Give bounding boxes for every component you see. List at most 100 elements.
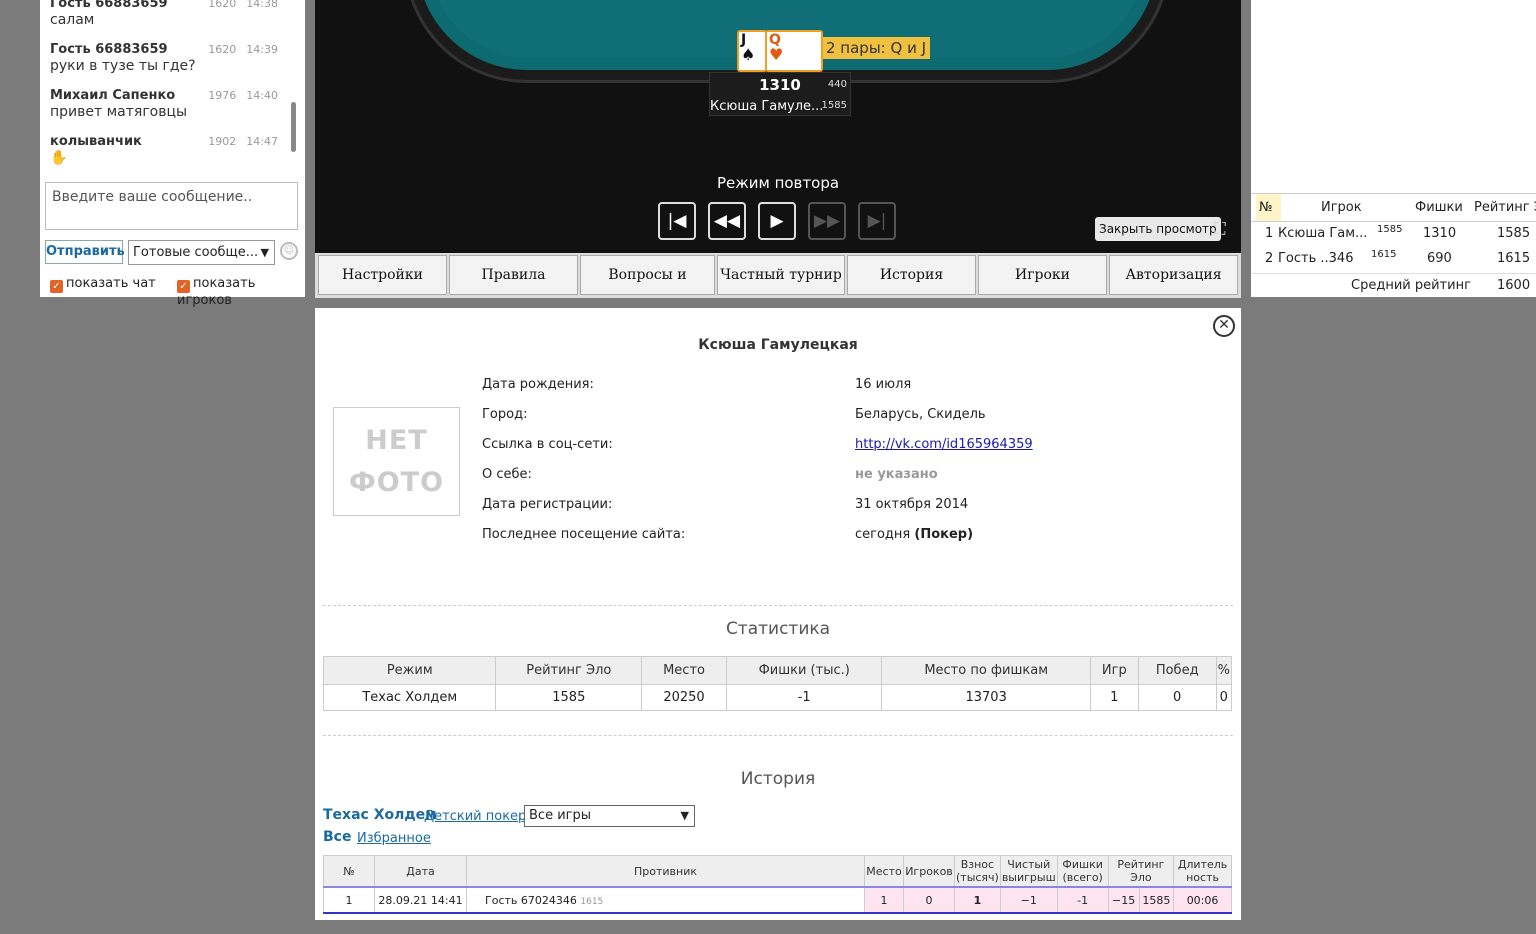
player-seat[interactable]: 1310 440 Ксюша Гамуле... 1585 (709, 72, 851, 116)
seat-player-name: Ксюша Гамуле... (710, 99, 824, 114)
player-rating: 1615 (1497, 251, 1531, 266)
average-rating-label: Средний рейтинг (1351, 278, 1471, 293)
replay-last-button[interactable]: ▶| (858, 202, 896, 240)
history-cell: 1 (954, 886, 1001, 914)
nav-rules[interactable]: Правила (449, 255, 578, 295)
players-row[interactable]: 1 Ксюша Гам... 1585 1310 1585 (1251, 222, 1536, 247)
check-icon: ✓ (177, 280, 190, 293)
history-cell: -1 (1056, 886, 1109, 914)
history-cell: 00:06 (1173, 886, 1232, 914)
nav-settings[interactable]: Настройки (318, 255, 447, 295)
field-last-visit: сегодня (Покер) (855, 527, 973, 542)
player-name[interactable]: Гость ..346 (1278, 251, 1353, 266)
smiley-icon[interactable]: ☺ (280, 242, 298, 260)
tab-favorites[interactable]: Избранное (357, 831, 431, 846)
replay-mode-title: Режим повтора (716, 174, 840, 192)
player-no: 1 (1265, 226, 1274, 241)
stats-header: Побед (1137, 656, 1217, 685)
chat-message: Гость 66883659 1620 14:39 руки в тузе ты … (50, 42, 290, 74)
field-birthday: 16 июля (855, 377, 912, 392)
stats-cell: -1 (725, 684, 883, 711)
opponent-name[interactable]: Гость 67024346 (485, 894, 577, 907)
fullscreen-icon[interactable]: ⛶ (1210, 219, 1230, 239)
tab-all[interactable]: Все (323, 829, 351, 845)
col-rating[interactable]: Рейтинг Э (1474, 200, 1536, 215)
chat-message-input[interactable]: Введите ваше сообщение.. (45, 182, 298, 230)
stats-cell: Техас Холдем (322, 684, 497, 711)
replay-first-button[interactable]: |◀ (658, 202, 696, 240)
send-button[interactable]: Отправить (45, 240, 125, 264)
field-registration: 31 октября 2014 (855, 497, 969, 512)
nav-feedback[interactable]: Вопросы и отзывы (580, 255, 715, 321)
chat-scrollbar[interactable] (291, 102, 296, 152)
seat-bet: 440 (827, 79, 847, 90)
player-chips: 1310 (1423, 226, 1457, 241)
replay-rewind-button[interactable]: ◀◀ (708, 202, 746, 240)
chat-text: привет матяговцы (50, 104, 188, 120)
rewind-icon: ◀◀ (713, 211, 741, 231)
field-label: Дата регистрации: (482, 497, 613, 512)
chat-text: ✋ (50, 150, 68, 166)
col-no: № (1256, 194, 1281, 221)
history-cell: −1 (999, 886, 1058, 914)
profile-name: Ксюша Гамулецкая (698, 337, 858, 353)
close-icon[interactable]: ✕ (1213, 315, 1235, 337)
replay-forward-button[interactable]: ▶▶ (808, 202, 846, 240)
history-opponent[interactable]: Гость 67024346 1615 (466, 886, 865, 914)
nav-login[interactable]: Авторизация (1109, 255, 1238, 295)
fast-forward-icon: ▶▶ (813, 211, 841, 231)
opponent-rating: 1615 (580, 896, 604, 907)
history-header: Игроков (903, 855, 955, 888)
show-players-checkbox[interactable]: ✓ показать игроков (177, 276, 305, 308)
player-card: J ♠ (737, 30, 767, 72)
chat-text: руки в тузе ты где? (50, 58, 196, 74)
player-rating: 1585 (1497, 226, 1531, 241)
profile-modal: ✕ Ксюша Гамулецкая НЕТ ФОТО Дата рождени… (315, 308, 1241, 920)
show-chat-checkbox[interactable]: ✓ показать чат (50, 276, 156, 293)
last-visit-value: сегодня (855, 527, 911, 542)
stats-header: Режим (322, 656, 497, 685)
ready-messages-select[interactable]: Готовые сообще... ▼ (128, 240, 275, 265)
player-rating-sup: 1615 (1371, 249, 1397, 260)
games-filter-select[interactable]: Все игры ▼ (524, 805, 695, 827)
history-row[interactable]: 1 28.09.21 14:41 Гость 67024346 1615 1 0… (323, 886, 1232, 914)
field-label: О себе: (482, 467, 532, 482)
social-link[interactable]: http://vk.com/id165964359 (855, 437, 1033, 452)
col-chips[interactable]: Фишки (1415, 200, 1463, 215)
stats-header: Рейтинг Эло (495, 656, 643, 685)
chat-messages[interactable]: Гость 66883659 1620 14:38 салам Гость 668… (40, 0, 290, 172)
history-header: Рейтинг Эло (1107, 855, 1175, 888)
replay-play-button[interactable]: ▶ (758, 202, 796, 240)
nav-private-tournament[interactable]: Частный турнир (717, 255, 845, 295)
history-header: Место (864, 855, 904, 888)
divider (323, 735, 1233, 736)
skip-back-icon: |◀ (667, 211, 687, 231)
heart-icon: ♥ (769, 45, 784, 64)
show-chat-label: показать чат (66, 276, 156, 291)
history-header: № (323, 855, 375, 888)
chat-text: салам (50, 12, 95, 28)
player-name[interactable]: Ксюша Гам... (1278, 226, 1367, 241)
players-average-row: Средний рейтинг 1600 (1251, 273, 1536, 297)
history-header: Взнос (тысяч) (954, 855, 1001, 888)
nav-history[interactable]: История (847, 255, 976, 295)
stats-cell: 1 (1089, 684, 1139, 711)
nav-players[interactable]: Игроки (978, 255, 1107, 295)
stats-header: % (1215, 656, 1233, 685)
tab-kids-poker[interactable]: Детский покер (424, 809, 526, 824)
close-view-button[interactable]: Закрыть просмотр (1095, 217, 1221, 241)
history-header: Длитель ность (1173, 855, 1232, 888)
games-filter-value: Все игры (529, 808, 591, 823)
stats-header: Фишки (тыс.) (725, 656, 883, 685)
players-row[interactable]: 2 Гость ..346 1615 690 1615 (1251, 247, 1536, 272)
chat-time: 14:38 (246, 0, 278, 10)
chevron-down-icon: ▼ (260, 246, 269, 259)
stats-cell: 13703 (881, 684, 1091, 711)
stats-header: Игр (1089, 656, 1139, 685)
tab-texas-holdem[interactable]: Техас Холдем (323, 807, 437, 823)
chat-message: Михаил Сапенко 1976 14:40 привет матяговц… (50, 88, 290, 120)
chat-rating: 1620 (208, 0, 237, 10)
main-nav: Настройки Правила Вопросы и отзывы Частн… (315, 253, 1241, 321)
history-cell: 0 (903, 886, 955, 914)
col-player[interactable]: Игрок (1321, 200, 1362, 215)
